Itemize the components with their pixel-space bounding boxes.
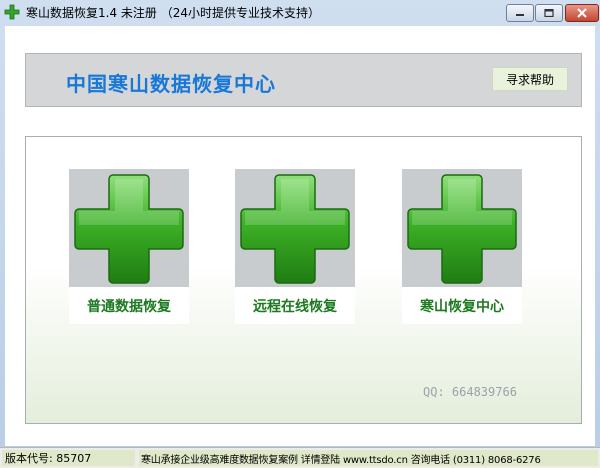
card-normal-recovery[interactable]: 普通数据恢复 <box>69 169 189 324</box>
card-label[interactable]: 寒山恢复中心 <box>402 287 522 324</box>
card-label[interactable]: 远程在线恢复 <box>235 287 355 324</box>
main-panel: 普通数据恢复 远程在线恢复 寒山恢复中心 QQ: 664839766 <box>25 136 582 424</box>
card-remote-recovery[interactable]: 远程在线恢复 <box>235 169 355 324</box>
card-hanshan-center[interactable]: 寒山恢复中心 <box>402 169 522 324</box>
status-info: 寒山承接企业级高难度数据恢复案例 详情登陆 www.ttsdo.cn 咨询电话 … <box>139 450 598 466</box>
status-bar: 版本代号: 85707 寒山承接企业级高难度数据恢复案例 详情登陆 www.tt… <box>0 447 600 468</box>
header-title: 中国寒山数据恢复中心 <box>66 72 276 96</box>
header-panel: 中国寒山数据恢复中心 寻求帮助 <box>25 53 582 107</box>
minimize-button[interactable] <box>506 4 534 22</box>
minimize-icon <box>516 14 524 16</box>
maximize-icon <box>544 9 554 17</box>
green-cross-icon <box>240 174 350 284</box>
green-cross-icon <box>407 174 517 284</box>
green-cross-icon <box>74 174 184 284</box>
card-image[interactable] <box>402 169 522 287</box>
help-button[interactable]: 寻求帮助 <box>492 67 568 91</box>
title-bar[interactable]: 寒山数据恢复1.4 未注册 （24小时提供专业技术支持） <box>0 0 600 24</box>
app-window: 寒山数据恢复1.4 未注册 （24小时提供专业技术支持） 中国寒山数据恢复中心 … <box>0 0 600 468</box>
qq-contact: QQ: 664839766 <box>423 385 517 399</box>
card-image[interactable] <box>69 169 189 287</box>
card-label[interactable]: 普通数据恢复 <box>69 287 189 324</box>
window-title: 寒山数据恢复1.4 未注册 （24小时提供专业技术支持） <box>26 6 320 20</box>
close-icon <box>577 8 587 18</box>
client-area: 中国寒山数据恢复中心 寻求帮助 普通数据恢复 远程在线恢复 寒山恢复中心 QQ:… <box>5 26 595 446</box>
version-label: 版本代号: 85707 <box>2 450 135 466</box>
card-image[interactable] <box>235 169 355 287</box>
app-cross-icon <box>4 4 20 20</box>
close-button[interactable] <box>565 4 599 22</box>
maximize-button[interactable] <box>535 4 563 22</box>
